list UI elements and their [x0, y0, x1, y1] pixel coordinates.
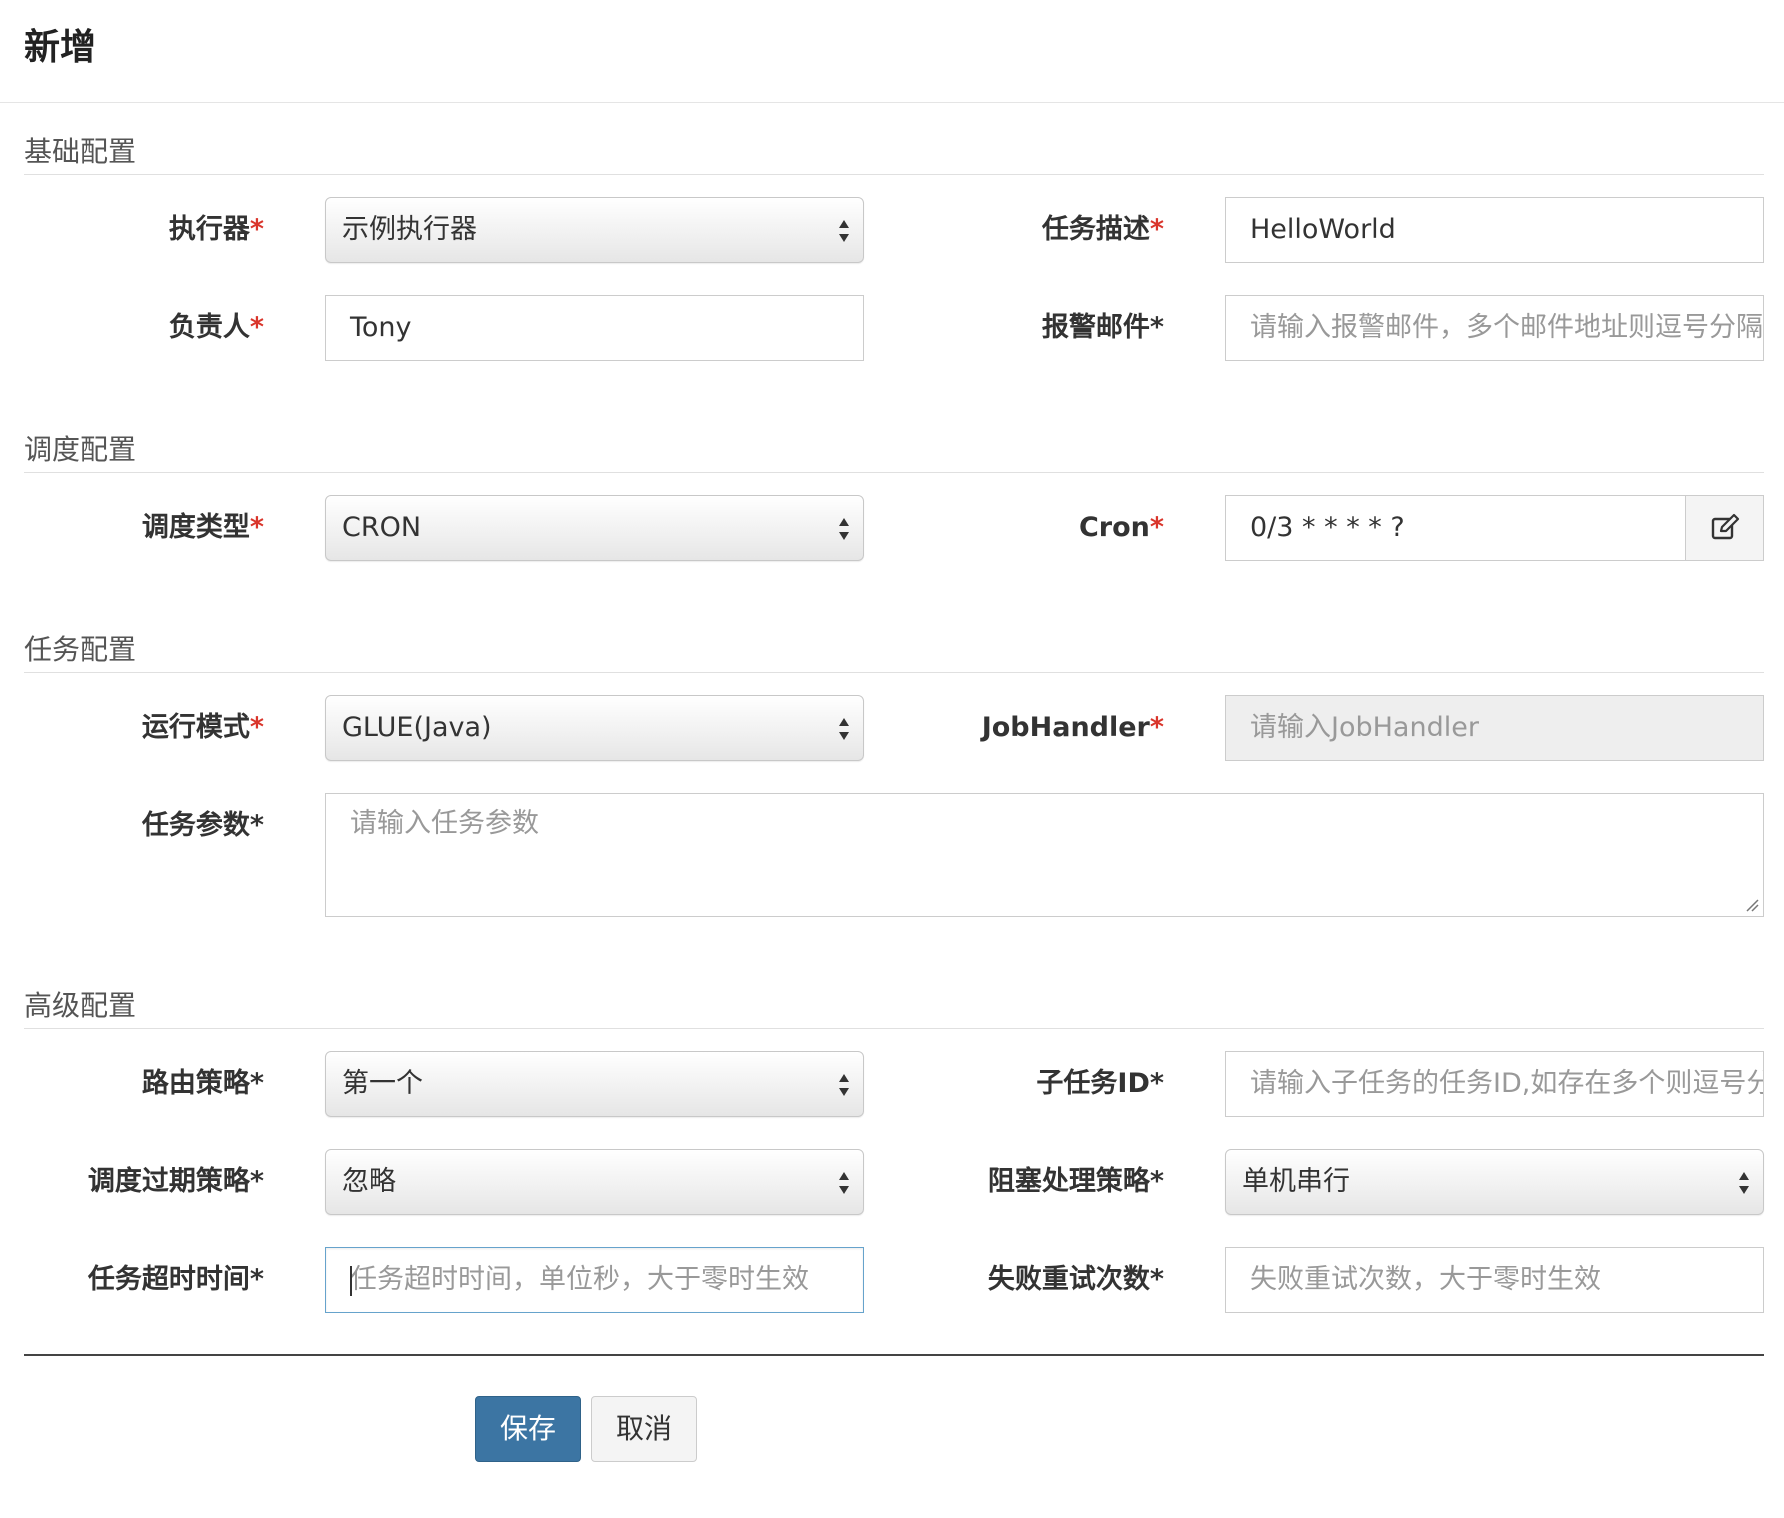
section-task-divider — [24, 672, 1764, 673]
cron-edit-button[interactable] — [1685, 495, 1764, 561]
required-mark: * — [1149, 1264, 1164, 1295]
select-arrows-icon — [839, 518, 849, 540]
section-task-title: 任务配置 — [24, 633, 137, 666]
dialog-title: 新增 — [24, 27, 97, 68]
required-mark: * — [1149, 712, 1164, 743]
select-arrows-icon — [839, 220, 849, 242]
select-arrows-icon — [839, 1172, 849, 1194]
required-mark: * — [249, 214, 264, 245]
schedule-type-label: 调度类型* — [40, 510, 264, 546]
job-desc-label: 任务描述* — [900, 212, 1164, 248]
alarm-email-label-text: 报警邮件 — [1041, 312, 1150, 343]
header-divider — [0, 102, 1784, 103]
author-label: 负责人* — [40, 310, 264, 346]
author-label-text: 负责人 — [168, 312, 250, 343]
alarm-email-input[interactable]: 请输入报警邮件，多个邮件地址则逗号分隔 — [1225, 295, 1764, 361]
job-handler-input[interactable]: 请输入JobHandler — [1225, 695, 1764, 761]
glue-type-value: GLUE(Java) — [342, 712, 492, 743]
child-job-id-label-text: 子任务ID — [1036, 1068, 1150, 1099]
block-strategy-select[interactable]: 单机串行 — [1225, 1149, 1764, 1215]
alarm-email-label: 报警邮件* — [900, 310, 1164, 346]
required-mark: * — [249, 1264, 264, 1295]
cron-input[interactable]: 0/3 * * * * ? — [1225, 495, 1686, 561]
route-strategy-label-text: 路由策略 — [141, 1068, 250, 1099]
section-advanced-divider — [24, 1028, 1764, 1029]
required-mark: * — [1149, 1166, 1164, 1197]
schedule-type-select[interactable]: CRON — [325, 495, 864, 561]
required-mark: * — [1149, 512, 1164, 543]
cron-label-text: Cron — [1078, 512, 1150, 543]
route-strategy-select[interactable]: 第一个 — [325, 1051, 864, 1117]
job-desc-input[interactable]: HelloWorld — [1225, 197, 1764, 263]
route-strategy-value: 第一个 — [342, 1068, 423, 1099]
section-basic-divider — [24, 174, 1764, 175]
timeout-input[interactable]: 任务超时时间，单位秒，大于零时生效 — [325, 1247, 864, 1313]
required-mark: * — [249, 1068, 264, 1099]
executor-select-value: 示例执行器 — [342, 214, 477, 245]
required-mark: * — [249, 810, 264, 841]
job-param-placeholder: 请输入任务参数 — [350, 808, 539, 839]
section-schedule-divider — [24, 472, 1764, 473]
job-param-label-text: 任务参数 — [141, 810, 250, 841]
required-mark: * — [1149, 1068, 1164, 1099]
job-param-textarea[interactable]: 请输入任务参数 — [325, 793, 1764, 917]
misfire-strategy-label-text: 调度过期策略 — [87, 1166, 250, 1197]
child-job-id-input[interactable]: 请输入子任务的任务ID,如存在多个则逗号分隔 — [1225, 1051, 1764, 1117]
schedule-type-label-text: 调度类型 — [141, 512, 250, 543]
misfire-strategy-select[interactable]: 忽略 — [325, 1149, 864, 1215]
misfire-strategy-value: 忽略 — [342, 1166, 396, 1197]
block-strategy-label-text: 阻塞处理策略 — [987, 1166, 1150, 1197]
schedule-type-value: CRON — [342, 512, 422, 543]
required-mark: * — [1149, 312, 1164, 343]
timeout-placeholder: 任务超时时间，单位秒，大于零时生效 — [350, 1264, 809, 1295]
fail-retry-label-text: 失败重试次数 — [987, 1264, 1150, 1295]
fail-retry-input[interactable]: 失败重试次数，大于零时生效 — [1225, 1247, 1764, 1313]
glue-type-select[interactable]: GLUE(Java) — [325, 695, 864, 761]
section-basic-title: 基础配置 — [24, 135, 137, 168]
fail-retry-label: 失败重试次数* — [900, 1262, 1164, 1298]
required-mark: * — [249, 512, 264, 543]
job-handler-label-text: JobHandler — [981, 712, 1150, 743]
section-schedule-title: 调度配置 — [24, 433, 137, 466]
save-button[interactable]: 保存 — [475, 1396, 581, 1462]
job-desc-label-text: 任务描述 — [1041, 214, 1150, 245]
required-mark: * — [249, 312, 264, 343]
author-input[interactable]: Tony — [325, 295, 864, 361]
glue-type-label: 运行模式* — [40, 710, 264, 746]
job-param-label: 任务参数* — [40, 808, 264, 844]
edit-icon — [1711, 513, 1740, 540]
select-arrows-icon — [839, 1074, 849, 1096]
executor-select[interactable]: 示例执行器 — [325, 197, 864, 263]
required-mark: * — [249, 712, 264, 743]
required-mark: * — [1149, 214, 1164, 245]
executor-label: 执行器* — [40, 212, 264, 248]
job-handler-label: JobHandler* — [900, 710, 1164, 746]
resize-handle-icon[interactable] — [1745, 898, 1759, 912]
block-strategy-label: 阻塞处理策略* — [900, 1164, 1164, 1200]
select-arrows-icon — [1739, 1172, 1749, 1194]
cron-label: Cron* — [900, 510, 1164, 546]
child-job-id-label: 子任务ID* — [900, 1066, 1164, 1102]
glue-type-label-text: 运行模式 — [141, 712, 250, 743]
cancel-button[interactable]: 取消 — [591, 1396, 697, 1462]
route-strategy-label: 路由策略* — [40, 1066, 264, 1102]
misfire-strategy-label: 调度过期策略* — [40, 1164, 264, 1200]
footer-divider — [24, 1354, 1764, 1356]
timeout-label-text: 任务超时时间 — [87, 1264, 250, 1295]
required-mark: * — [249, 1166, 264, 1197]
executor-label-text: 执行器 — [168, 214, 250, 245]
section-advanced-title: 高级配置 — [24, 989, 137, 1022]
block-strategy-value: 单机串行 — [1242, 1166, 1350, 1197]
text-caret — [350, 1266, 352, 1296]
select-arrows-icon — [839, 718, 849, 740]
timeout-label: 任务超时时间* — [40, 1262, 264, 1298]
